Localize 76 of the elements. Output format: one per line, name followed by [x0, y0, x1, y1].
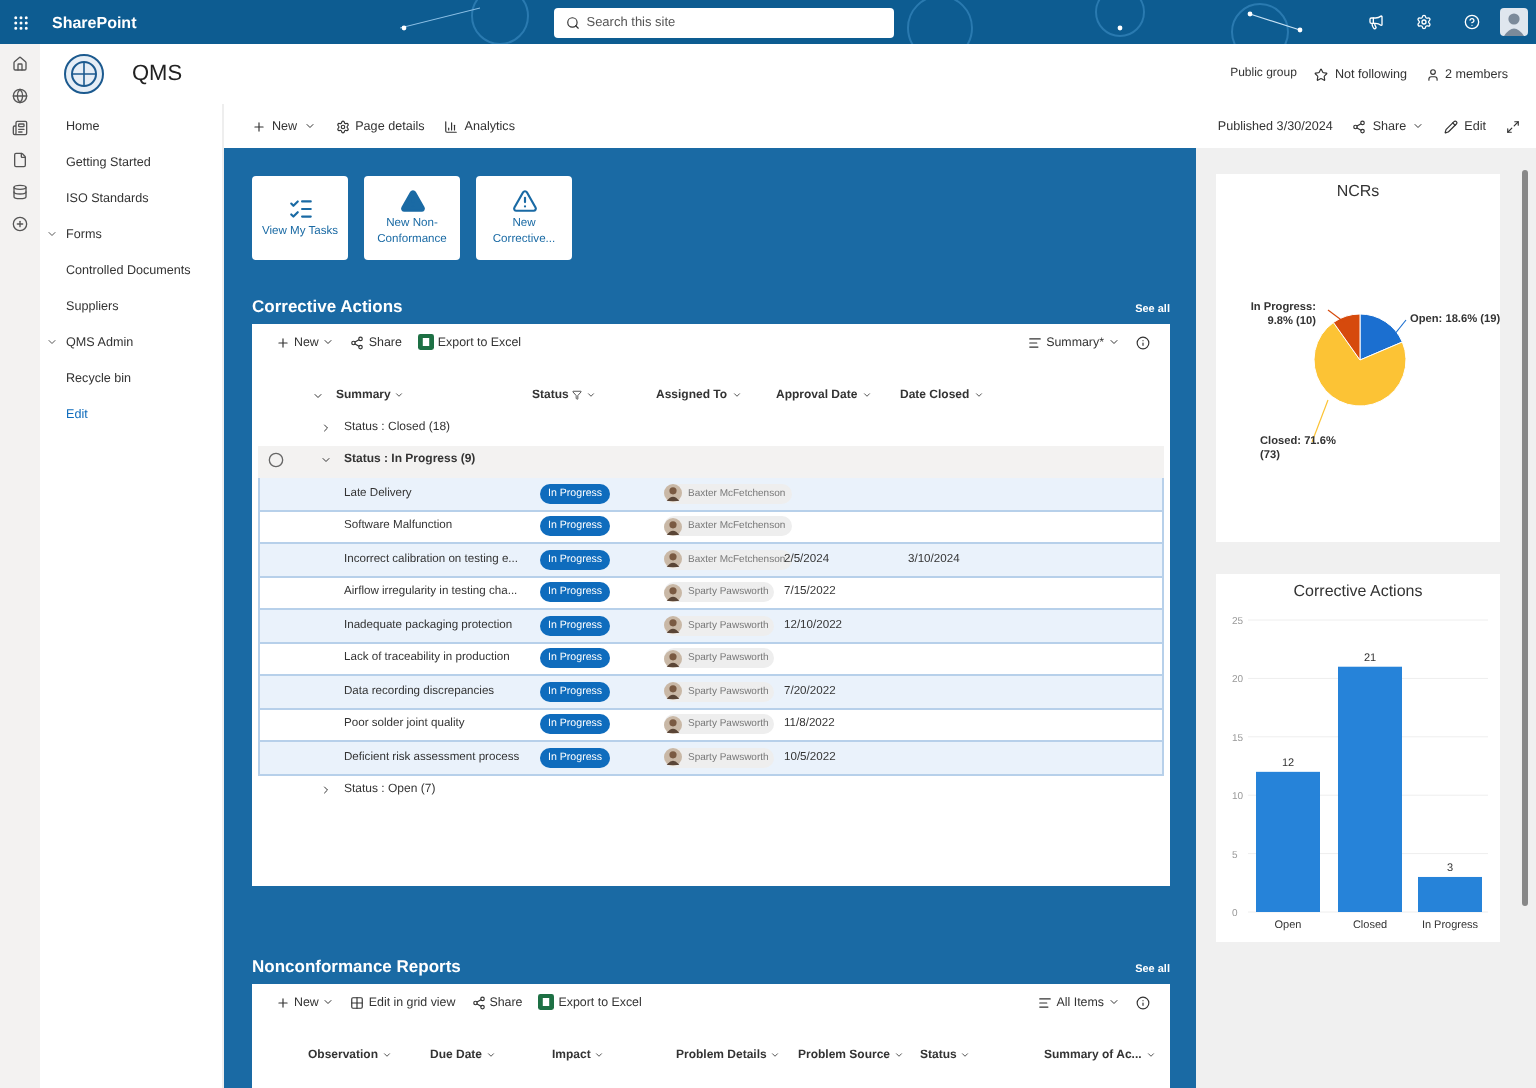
pencil-icon [1444, 119, 1459, 133]
caret-icon [861, 390, 872, 400]
caret-icon [960, 1050, 971, 1060]
caret-icon [486, 1050, 497, 1060]
person-avatar [664, 715, 682, 734]
person-avatar [664, 550, 682, 569]
star-icon [1314, 67, 1329, 81]
caret-icon [894, 1050, 905, 1060]
scrollbar[interactable] [1522, 170, 1528, 906]
database-icon[interactable] [12, 184, 28, 200]
caret-icon [1108, 996, 1120, 1008]
plus-icon [276, 335, 290, 349]
person-avatar [664, 484, 682, 503]
expand-icon[interactable] [1506, 119, 1520, 133]
plus-circle-icon[interactable] [12, 216, 28, 232]
caret-icon [382, 1050, 393, 1060]
spreadsheet-icon [538, 994, 555, 1010]
caret-icon [322, 996, 335, 1008]
person-icon [1425, 67, 1439, 81]
settings-icon [335, 119, 350, 133]
leader-line [1327, 309, 1345, 323]
view-icon [1028, 335, 1043, 349]
caret-icon [594, 1050, 605, 1060]
caret-icon [46, 336, 58, 348]
section-title: Nonconformance Reports [252, 956, 461, 976]
caret-icon [770, 1050, 781, 1060]
chart-title: NCRs [1336, 182, 1380, 200]
caret-icon [731, 390, 742, 400]
person-avatar [664, 517, 682, 536]
caret-icon [394, 390, 405, 400]
caret-icon [320, 454, 332, 467]
caret-icon [1108, 336, 1120, 348]
plus-icon [276, 995, 290, 1009]
chart-icon [444, 119, 459, 133]
caret-icon [322, 336, 335, 348]
chart-title: Corrective Actions [1293, 582, 1423, 600]
document-icon[interactable] [12, 152, 28, 168]
info-icon[interactable] [1136, 335, 1150, 349]
chart-bar [1418, 876, 1482, 912]
caret-icon [46, 228, 58, 240]
share-icon [1352, 119, 1367, 133]
person-avatar [664, 649, 682, 668]
person-avatar [664, 583, 682, 602]
warning-icon [511, 188, 537, 215]
select-circle[interactable] [268, 452, 284, 469]
plus-icon [252, 119, 266, 133]
share-icon [350, 335, 365, 349]
chart-bar [1256, 771, 1320, 912]
caret-icon [303, 120, 316, 132]
newspaper-icon[interactable] [12, 120, 28, 136]
caret-icon [973, 390, 984, 400]
caret-icon [1145, 1050, 1156, 1060]
person-avatar [664, 616, 682, 635]
checklist-icon [287, 195, 313, 222]
share-icon [471, 995, 486, 1009]
grid-icon [350, 995, 365, 1009]
view-icon [1038, 995, 1053, 1009]
person-avatar [664, 748, 682, 767]
caret-icon [312, 389, 324, 401]
globe-icon[interactable] [12, 88, 28, 104]
site-logo-icon[interactable] [64, 54, 104, 94]
caret-icon [1412, 120, 1425, 132]
caret-icon [320, 784, 332, 797]
person-avatar [664, 682, 682, 701]
app-name[interactable]: SharePoint [52, 13, 137, 31]
info-icon[interactable] [1136, 995, 1150, 1009]
warning-icon [399, 188, 425, 215]
caret-icon [586, 390, 597, 400]
search-icon [566, 15, 581, 29]
spreadsheet-icon [417, 334, 434, 350]
filter-icon [572, 390, 583, 400]
caret-icon [320, 421, 332, 434]
site-title: QMS [132, 62, 183, 86]
section-title: Corrective Actions [252, 296, 403, 316]
home-icon[interactable] [12, 56, 28, 72]
user-avatar[interactable] [1500, 8, 1528, 36]
